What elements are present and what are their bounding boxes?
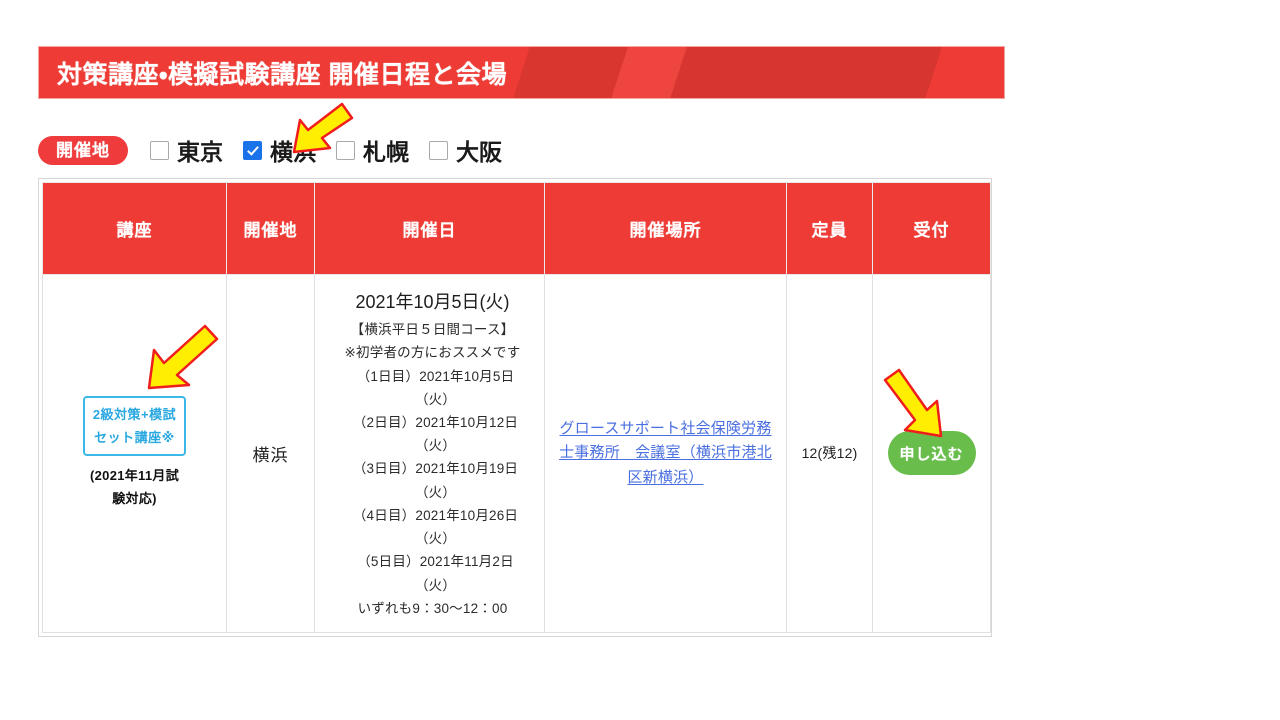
checkbox-label-sapporo: 札幌 [363,139,409,165]
filter-pill-label: 開催地 [38,135,128,165]
course-exam-note-line-2: 験対応) [112,491,157,507]
date-line-11: （火） [414,577,457,593]
column-header-capacity: 定員 [786,182,873,275]
cell-city: 横浜 [226,274,315,633]
cell-date: 2021年10月5日(火) 【横浜平日５日間コース】 ※初学者の方におススメです… [314,274,545,633]
course-name-line-2: セット講座※ [94,429,175,445]
apply-button[interactable]: 申し込む [887,431,976,476]
venue-checkbox-group: 東京 横浜 札幌 大阪 [150,133,522,167]
date-line-6: （3日目）2021年10月19日 [352,461,519,477]
column-header-date: 開催日 [314,182,545,275]
checkbox-box-tokyo[interactable] [150,140,169,160]
table-header-row: 講座 開催地 開催日 開催場所 定員 受付 [42,182,991,275]
table-row: 2級対策+模試 セット講座※ (2021年11月試 験対応) 横浜 2021年1… [42,274,991,633]
checkbox-label-yokohama: 横浜 [270,139,316,165]
date-line-12: いずれも9：30〜12：00 [357,600,508,616]
checkbox-item-sapporo[interactable]: 札幌 [336,133,409,167]
page-banner: 対策講座・模擬試験講座 開催日程と会場 [38,46,1005,99]
checkbox-item-yokohama[interactable]: 横浜 [243,133,316,167]
page-title: 対策講座・模擬試験講座 開催日程と会場 [57,60,507,89]
date-line-2: （1日目）2021年10月5日 [356,368,515,384]
checkbox-item-osaka[interactable]: 大阪 [429,133,502,167]
checkbox-box-sapporo[interactable] [336,140,355,160]
cell-course: 2級対策+模試 セット講座※ (2021年11月試 験対応) [42,274,227,633]
venue-link[interactable]: グロースサポート社会保険労務士事務所 会議室（横浜市港北区新横浜） [559,420,772,486]
date-line-9: （火） [414,531,457,547]
schedule-table: 講座 開催地 開催日 開催場所 定員 受付 2級対策+模試 セット講座※ (20… [42,182,991,633]
column-header-apply: 受付 [872,182,991,275]
date-line-5: （火） [414,438,457,454]
date-line-8: （4日目）2021年10月26日 [352,507,519,523]
checkbox-label-osaka: 大阪 [456,139,502,165]
cell-capacity: 12(残12) [786,274,873,633]
cell-venue: グロースサポート社会保険労務士事務所 会議室（横浜市港北区新横浜） [544,274,787,633]
schedule-table-container: 講座 開催地 開催日 開催場所 定員 受付 2級対策+模試 セット講座※ (20… [38,178,992,637]
date-line-1: ※初学者の方におススメです [344,345,521,361]
date-line-0: 【横浜平日５日間コース】 [350,322,515,338]
checkbox-item-tokyo[interactable]: 東京 [150,133,223,167]
column-header-venue: 開催場所 [544,182,787,275]
date-main: 2021年10月5日(火) [355,292,510,312]
date-line-10: （5日目）2021年11月2日 [357,554,514,570]
page-root: 対策講座・模擬試験講座 開催日程と会場 開催地 東京 横浜 札幌 大阪 講座 開… [0,0,1280,720]
checkbox-label-tokyo: 東京 [177,139,223,165]
course-exam-note-line-1: (2021年11月試 [90,468,179,484]
cell-apply: 申し込む [872,274,991,633]
column-header-course: 講座 [42,182,227,275]
date-line-3: （火） [414,391,457,407]
course-exam-note: (2021年11月試 験対応) [51,465,218,511]
date-line-4: （2日目）2021年10月12日 [352,414,519,430]
venue-filter-row: 開催地 東京 横浜 札幌 大阪 [38,131,522,169]
column-header-city: 開催地 [226,182,315,275]
course-name-box[interactable]: 2級対策+模試 セット講座※ [82,395,187,457]
checkbox-box-osaka[interactable] [429,140,448,160]
checkbox-box-yokohama[interactable] [243,140,262,160]
course-name-line-1: 2級対策+模試 [92,406,177,422]
date-line-7: （火） [414,484,457,500]
